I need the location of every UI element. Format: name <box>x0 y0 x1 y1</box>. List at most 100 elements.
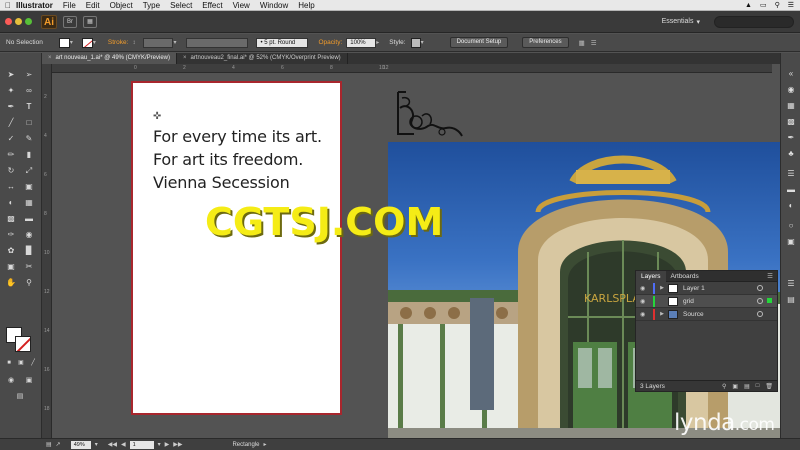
collapse-panels-icon[interactable]: « <box>785 69 797 79</box>
close-window-icon[interactable] <box>5 18 12 25</box>
close-tab-icon[interactable]: × <box>183 55 187 61</box>
clipping-mask-icon[interactable]: ▣ <box>732 383 738 390</box>
scale-tool-icon[interactable]: ⤢ <box>22 165 36 176</box>
stepper-icon[interactable]: ↕ <box>132 38 139 48</box>
help-search-input[interactable] <box>714 15 794 28</box>
gradient-panel-icon[interactable]: ▬ <box>785 185 797 195</box>
panel-menu-icon[interactable]: ☰ <box>591 39 597 47</box>
apple-icon[interactable]:  <box>0 1 16 10</box>
current-tool-status[interactable]: Rectangle <box>232 442 259 448</box>
variable-width-field[interactable] <box>186 37 249 48</box>
layer-row[interactable]: ◉ ▶ Source <box>636 308 777 321</box>
menu-window[interactable]: Window <box>260 0 288 11</box>
column-graph-tool-icon[interactable]: ▉ <box>22 245 36 256</box>
chevron-down-icon[interactable]: ▾ <box>158 441 161 448</box>
layers-panel-icon[interactable]: ☰ <box>785 279 797 289</box>
chevron-down-icon[interactable]: ▾ <box>173 38 180 48</box>
artboard-tool-icon[interactable]: ▣ <box>4 261 18 272</box>
zoom-tool-icon[interactable]: ⚲ <box>22 277 36 288</box>
panel-menu-icon[interactable]: ☰ <box>767 272 773 280</box>
chevron-down-icon[interactable]: ▾ <box>70 38 77 48</box>
menu-app[interactable]: Illustrator <box>16 0 53 11</box>
hand-tool-icon[interactable]: ✋ <box>4 277 18 288</box>
target-circle-icon[interactable] <box>757 298 763 304</box>
chevron-right-icon[interactable]: ▸ <box>376 38 383 48</box>
next-artboard-icon[interactable]: ▶ <box>165 441 170 448</box>
transparency-panel-icon[interactable]: ◐ <box>785 201 797 211</box>
previous-artboard-icon[interactable]: ◀ <box>121 441 126 448</box>
symbols-panel-icon[interactable]: ♣ <box>785 149 797 159</box>
select-similar-icon[interactable]: ▦ <box>579 39 585 47</box>
lasso-tool-icon[interactable]: ∞ <box>22 85 36 96</box>
chevron-down-icon[interactable]: ▾ <box>421 38 428 48</box>
fill-swatch[interactable] <box>58 37 70 48</box>
menu-file[interactable]: File <box>63 0 76 11</box>
perspective-grid-tool-icon[interactable]: ▦ <box>22 197 36 208</box>
blend-tool-icon[interactable]: ◉ <box>22 229 36 240</box>
stroke-swatch[interactable] <box>81 37 93 48</box>
draw-normal-icon[interactable]: ◉ <box>4 375 18 386</box>
share-icon[interactable]: ↗ <box>56 441 61 448</box>
eyedropper-tool-icon[interactable]: ✑ <box>4 229 18 240</box>
artboard-navigator-icon[interactable]: ▤ <box>46 441 52 448</box>
paintbrush-tool-icon[interactable]: ✓ <box>4 133 18 144</box>
expand-triangle-icon[interactable]: ▶ <box>658 311 666 317</box>
headline-text[interactable]: For every time its art. For art its free… <box>153 125 322 194</box>
tab-layers[interactable]: Layers <box>636 270 666 282</box>
none-mode-icon[interactable]: ╱ <box>26 358 40 369</box>
artboard[interactable]: ✜ For every time its art. For art its fr… <box>131 81 342 415</box>
delete-layer-icon[interactable]: 🗑 <box>765 383 773 390</box>
tab-art-nouveau-1[interactable]: × art nouveau_1.ai* @ 49% (CMYK/Preview) <box>42 53 177 64</box>
color-panel-icon[interactable]: ◉ <box>785 85 797 95</box>
menu-effect[interactable]: Effect <box>202 0 222 11</box>
line-tool-icon[interactable]: ╱ <box>4 117 18 128</box>
stroke-color-box[interactable] <box>15 336 31 352</box>
minimize-window-icon[interactable] <box>15 18 22 25</box>
tab-artnouveau2-final[interactable]: × artnouveau2_final.ai* @ 52% (CMYK/Overp… <box>177 53 348 64</box>
eraser-tool-icon[interactable]: ▮ <box>22 149 36 160</box>
zoom-field[interactable]: 49% <box>70 440 91 449</box>
layer-row[interactable]: ◉ ▶ Layer 1 <box>636 282 777 295</box>
tab-artboards[interactable]: Artboards <box>666 271 704 282</box>
preferences-button[interactable]: Preferences <box>522 37 569 48</box>
gradient-tool-icon[interactable]: ▬ <box>22 213 36 224</box>
graphic-styles-panel-icon[interactable]: ▣ <box>785 237 797 247</box>
pen-tool-icon[interactable]: ✒ <box>4 101 18 112</box>
width-tool-icon[interactable]: ↔ <box>4 181 18 192</box>
artboard-number-field[interactable]: 1 <box>129 440 154 449</box>
pencil-tool-icon[interactable]: ✎ <box>22 133 36 144</box>
symbol-sprayer-tool-icon[interactable]: ✿ <box>4 245 18 256</box>
stroke-weight-field[interactable] <box>143 37 174 48</box>
horizontal-ruler[interactable]: 0 2 4 6 8 10 12 <box>52 64 772 73</box>
vertical-ruler[interactable]: 2 4 6 8 10 12 14 16 18 <box>42 64 52 438</box>
menu-list-icon[interactable]: ☰ <box>788 1 794 9</box>
menu-view[interactable]: View <box>233 0 250 11</box>
selection-tool-icon[interactable]: ➤ <box>4 69 18 80</box>
document-setup-button[interactable]: Document Setup <box>449 37 509 48</box>
opacity-label[interactable]: Opacity: <box>318 39 342 46</box>
visibility-eye-icon[interactable]: ◉ <box>640 311 650 318</box>
new-sublayer-icon[interactable]: ▤ <box>744 383 750 390</box>
mesh-tool-icon[interactable]: ▩ <box>4 213 18 224</box>
bridge-button[interactable]: Br <box>63 15 77 28</box>
visibility-eye-icon[interactable]: ◉ <box>640 285 650 292</box>
magic-wand-tool-icon[interactable]: ✦ <box>4 85 18 96</box>
chevron-down-icon[interactable]: ▾ <box>95 441 98 448</box>
swatches-panel-icon[interactable]: ▩ <box>785 117 797 127</box>
chevron-down-icon[interactable]: ▾ <box>93 38 100 48</box>
shape-builder-tool-icon[interactable]: ◐ <box>4 197 18 208</box>
visibility-eye-icon[interactable]: ◉ <box>640 298 650 305</box>
color-guide-icon[interactable]: ▦ <box>785 101 797 111</box>
selection-indicator[interactable] <box>767 298 772 303</box>
slice-tool-icon[interactable]: ✂ <box>22 261 36 272</box>
art-nouveau-ornament[interactable] <box>394 88 466 140</box>
direct-selection-tool-icon[interactable]: ➢ <box>22 69 36 80</box>
type-tool-icon[interactable]: T <box>22 101 36 112</box>
arrange-documents-icon[interactable]: ▦ <box>83 15 97 28</box>
menu-select[interactable]: Select <box>170 0 192 11</box>
last-artboard-icon[interactable]: ▶▶ <box>173 441 182 448</box>
artboards-panel-icon[interactable]: ▤ <box>785 295 797 305</box>
locate-object-icon[interactable]: ⚲ <box>722 383 726 390</box>
zoom-window-icon[interactable] <box>25 18 32 25</box>
new-layer-icon[interactable]: □ <box>756 383 760 390</box>
